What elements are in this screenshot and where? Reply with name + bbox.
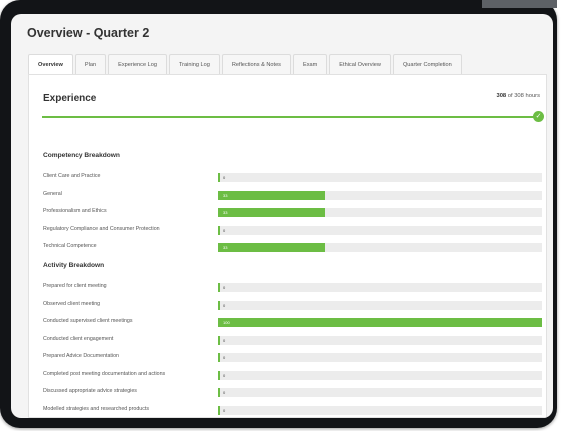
bar-fill [218,208,325,217]
activity-row-modelled-strategies-and-researched-products: Modelled strategies and researched produ… [43,404,542,415]
bar-value: 0 [223,372,226,378]
bar-track: 0 [218,283,542,292]
bar-fill [218,225,220,235]
bar-fill [218,283,220,292]
bar-track: 33 [218,190,542,200]
experience-title: Experience [43,93,97,104]
activity-row-observed-client-meeting: Observed client meeting 0 [43,299,542,310]
bar-value: 0 [223,227,226,233]
tablet-frame: Overview - Quarter 2 Overview Plan Experie… [0,0,557,428]
experience-progress-bar [42,116,534,118]
competency-row-general: General 33 [43,189,542,200]
hours-summary: 308 of 308 hours [496,93,540,99]
row-label: Regulatory Compliance and Consumer Prote… [43,225,160,232]
bar-track: 100 [218,318,542,327]
tab-training-log[interactable]: Training Log [168,54,220,75]
bar-fill [218,318,542,327]
activity-row-discussed-appropriate-advice-strategies: Discussed appropriate advice strategies 0 [43,386,542,397]
activity-breakdown-heading: Activity Breakdown [43,262,105,269]
activity-row-prepared-for-client-meeting: Prepared for client meeting 0 [43,281,542,292]
bar-track: 0 [218,335,542,345]
hours-total: of 308 hours [507,93,540,99]
bar-value: 0 [223,302,226,308]
tab-quarter-completion[interactable]: Quarter Completion [392,54,462,75]
bar-track: 0 [218,388,542,397]
competency-row-professionalism-and-ethics: Professionalism and Ethics 33 [43,206,542,217]
bar-track: 0 [218,405,542,415]
row-label: Conducted supervised client meetings [43,318,133,324]
tab-exam[interactable]: Exam [292,54,328,75]
competency-row-client-care-and-practice: Client Care and Practice 0 [43,171,542,182]
activity-row-completed-post-meeting-documentation-and-actions: Completed post meeting documentation and… [43,369,542,380]
competency-breakdown-heading: Competency Breakdown [43,152,120,159]
tab-reflections-notes[interactable]: Reflections & Notes [221,54,291,75]
activity-row-conducted-client-engagement: Conducted client engagement 0 [43,334,542,345]
bar-fill [218,370,220,380]
bar-fill [218,353,220,362]
background-strip [482,0,557,8]
bar-value: 0 [223,355,226,360]
bar-track: 0 [218,300,542,310]
bar-value: 100 [223,320,230,325]
check-icon: ✓ [533,111,544,122]
tab-ethical-overview[interactable]: Ethical Overview [329,54,391,75]
bar-fill [218,300,220,310]
bar-value: 0 [223,175,226,180]
competency-row-regulatory-compliance-and-consumer-protection: Regulatory Compliance and Consumer Prote… [43,224,542,235]
row-label: Professionalism and Ethics [43,208,107,214]
row-label: Observed client meeting [43,300,101,307]
bar-fill [218,190,325,200]
row-label: Prepared for client meeting [43,283,107,289]
bar-track: 0 [218,353,542,362]
competency-row-technical-competence: Technical Competence 33 [43,241,542,252]
bar-fill [218,173,220,182]
row-label: Technical Competence [43,243,97,249]
activity-row-prepared-advice-documentation: Prepared Advice Documentation 0 [43,351,542,362]
bar-track: 0 [218,225,542,235]
bar-fill [218,335,220,345]
bar-value: 0 [223,407,226,413]
app-screen: Overview - Quarter 2 Overview Plan Experie… [11,14,553,418]
bar-track: 0 [218,370,542,380]
row-label: Discussed appropriate advice strategies [43,388,137,394]
bar-value: 0 [223,390,226,395]
hours-completed: 308 [496,93,507,99]
bar-value: 33 [223,210,228,215]
bar-track: 0 [218,173,542,182]
row-label: Client Care and Practice [43,173,101,179]
row-label: General [43,190,62,197]
bar-value: 0 [223,285,226,290]
tab-plan[interactable]: Plan [74,54,107,75]
activity-row-conducted-supervised-client-meetings: Conducted supervised client meetings 100 [43,316,542,327]
bar-value: 33 [223,192,228,198]
bar-track: 33 [218,208,542,217]
bar-value: 33 [223,245,228,250]
page-title: Overview - Quarter 2 [27,26,150,40]
bar-value: 0 [223,337,226,343]
bar-fill [218,243,325,252]
row-label: Completed post meeting documentation and… [43,370,166,377]
tab-overview[interactable]: Overview [28,54,73,75]
overview-panel: Experience 308 of 308 hours ✓ Competency… [28,74,547,418]
row-label: Prepared Advice Documentation [43,353,119,359]
bar-fill [218,388,220,397]
tab-experience-log[interactable]: Experience Log [108,54,167,75]
experience-progress-fill [42,116,534,118]
tab-bar: Overview Plan Experience Log Training Log Re… [28,54,543,75]
bar-track: 33 [218,243,542,252]
bar-fill [218,405,220,415]
row-label: Modelled strategies and researched produ… [43,405,149,412]
row-label: Conducted client engagement [43,335,114,342]
